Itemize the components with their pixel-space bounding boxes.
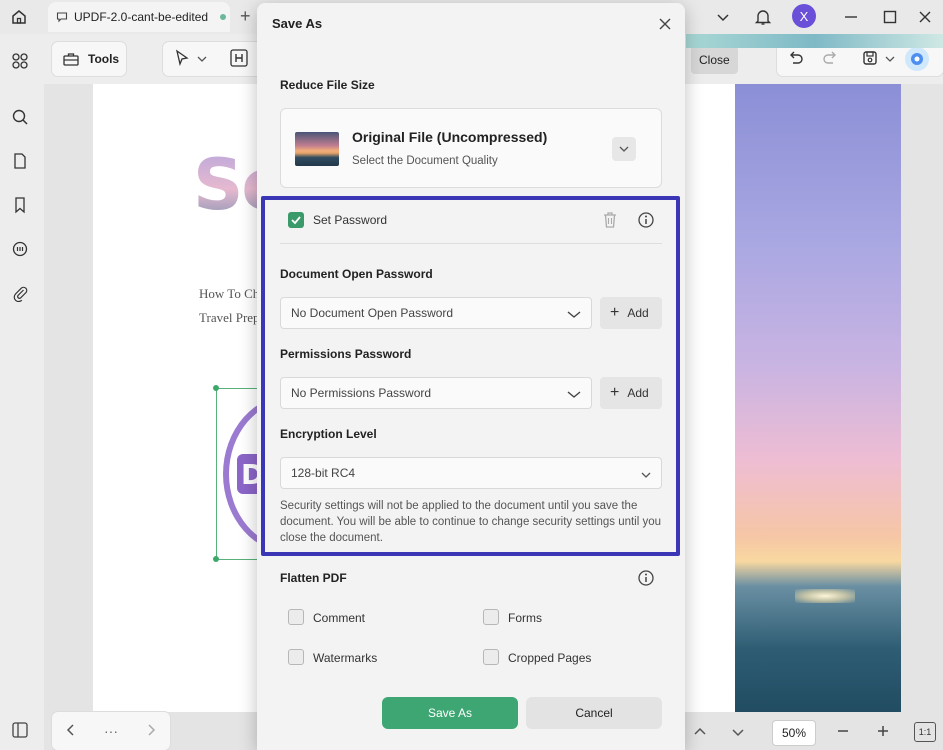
toolbox-icon (63, 53, 79, 66)
permissions-password-value: No Permissions Password (291, 386, 432, 400)
undo-icon[interactable] (787, 49, 805, 70)
plus-icon: + (610, 304, 620, 321)
page-navigation: ··· (52, 712, 170, 750)
maximize-icon[interactable] (882, 6, 898, 28)
dialog-title: Save As (272, 16, 323, 31)
security-note: Security settings will not be applied to… (280, 500, 662, 544)
info-icon[interactable] (636, 568, 656, 588)
permissions-password-label: Permissions Password (280, 347, 412, 361)
tab-title: UPDF-2.0-cant-be-edited (74, 10, 209, 24)
cancel-button[interactable]: Cancel (526, 697, 662, 729)
sidebar-toggle-icon[interactable] (10, 720, 32, 742)
quality-thumbnail (295, 132, 339, 166)
divider (280, 243, 662, 244)
document-tab[interactable]: UPDF-2.0-cant-be-edited (48, 2, 230, 32)
flatten-forms-checkbox[interactable] (483, 609, 499, 625)
more-pages-button[interactable]: ··· (104, 723, 118, 739)
close-toolbar-button[interactable]: Close (691, 46, 738, 74)
window-close-icon[interactable] (917, 6, 933, 28)
minimize-icon[interactable] (843, 6, 859, 28)
chevron-down-icon (641, 468, 651, 482)
save-icon[interactable] (861, 49, 879, 70)
home-icon[interactable] (8, 6, 30, 28)
search-icon[interactable] (9, 106, 31, 128)
avatar[interactable]: X (792, 4, 816, 28)
open-password-value: No Document Open Password (291, 306, 454, 320)
reduce-file-size-label: Reduce File Size (280, 78, 375, 92)
flatten-watermarks-label: Watermarks (313, 651, 378, 665)
bookmark-icon[interactable] (9, 194, 31, 216)
apps-grid-icon[interactable] (9, 50, 31, 72)
resize-handle[interactable] (213, 556, 219, 562)
flatten-pdf-label: Flatten PDF (280, 571, 347, 585)
encryption-level-value: 128-bit RC4 (291, 466, 356, 480)
open-password-label: Document Open Password (280, 267, 433, 281)
quality-selector[interactable]: Original File (Uncompressed) Select the … (280, 108, 662, 188)
chevron-down-icon[interactable] (885, 52, 895, 66)
chevron-down-icon[interactable] (732, 724, 744, 742)
page-top-strip (686, 34, 943, 48)
sun-glow (795, 589, 855, 603)
flatten-comment-checkbox[interactable] (288, 609, 304, 625)
add-label: Add (627, 386, 649, 400)
close-icon[interactable] (655, 14, 675, 34)
chevron-up-icon[interactable] (694, 724, 706, 742)
permissions-password-select[interactable]: No Permissions Password (280, 377, 592, 409)
set-password-label: Set Password (313, 213, 388, 227)
plus-icon: + (610, 384, 620, 401)
chevron-down-icon[interactable] (197, 52, 207, 66)
toolbar-edit-group (163, 42, 263, 76)
flatten-cropped-checkbox[interactable] (483, 649, 499, 665)
save-as-dialog: Save As Reduce File Size Original File (… (257, 3, 685, 750)
comment-icon (56, 12, 68, 23)
quality-subtitle: Select the Document Quality (352, 155, 498, 167)
encryption-level-select[interactable]: 128-bit RC4 (280, 457, 662, 489)
flatten-forms-label: Forms (508, 611, 542, 625)
info-icon[interactable] (636, 210, 656, 230)
zoom-level[interactable]: 50% (772, 720, 816, 746)
left-rail (0, 34, 44, 750)
open-password-select[interactable]: No Document Open Password (280, 297, 592, 329)
ai-assistant-icon[interactable] (905, 47, 929, 71)
select-tool-icon[interactable] (173, 48, 191, 70)
resize-handle[interactable] (213, 385, 219, 391)
trash-icon[interactable] (600, 210, 620, 230)
bell-icon[interactable] (754, 6, 772, 28)
chevron-left-icon[interactable] (66, 723, 76, 739)
chevron-down-icon (567, 308, 581, 322)
new-tab-button[interactable]: + (240, 6, 251, 27)
heading-tool-icon[interactable] (229, 48, 249, 71)
save-as-button[interactable]: Save As (382, 697, 518, 729)
attachment-icon[interactable] (9, 282, 31, 304)
pages-icon[interactable] (9, 150, 31, 172)
comments-icon[interactable] (9, 238, 31, 260)
chevron-down-icon[interactable] (716, 6, 730, 28)
flatten-cropped-label: Cropped Pages (508, 651, 592, 665)
flatten-comment-label: Comment (313, 611, 366, 625)
tools-label: Tools (88, 52, 120, 66)
flatten-watermarks-checkbox[interactable] (288, 649, 304, 665)
add-permissions-password-button[interactable]: + Add (600, 377, 662, 409)
actual-size-button[interactable]: 1:1 (914, 722, 936, 742)
chevron-right-icon[interactable] (146, 723, 156, 739)
encryption-level-label: Encryption Level (280, 427, 377, 441)
chevron-down-icon (567, 388, 581, 402)
tools-button[interactable]: Tools (52, 42, 126, 76)
quality-title: Original File (Uncompressed) (352, 129, 548, 145)
add-open-password-button[interactable]: + Add (600, 297, 662, 329)
hero-image (735, 84, 901, 712)
redo-icon[interactable] (821, 49, 839, 70)
chevron-down-icon[interactable] (612, 137, 636, 161)
set-password-checkbox[interactable] (288, 212, 304, 228)
unsaved-dot (220, 14, 227, 20)
zoom-in-icon[interactable] (876, 724, 890, 743)
add-label: Add (627, 306, 649, 320)
zoom-out-icon[interactable] (836, 724, 850, 743)
